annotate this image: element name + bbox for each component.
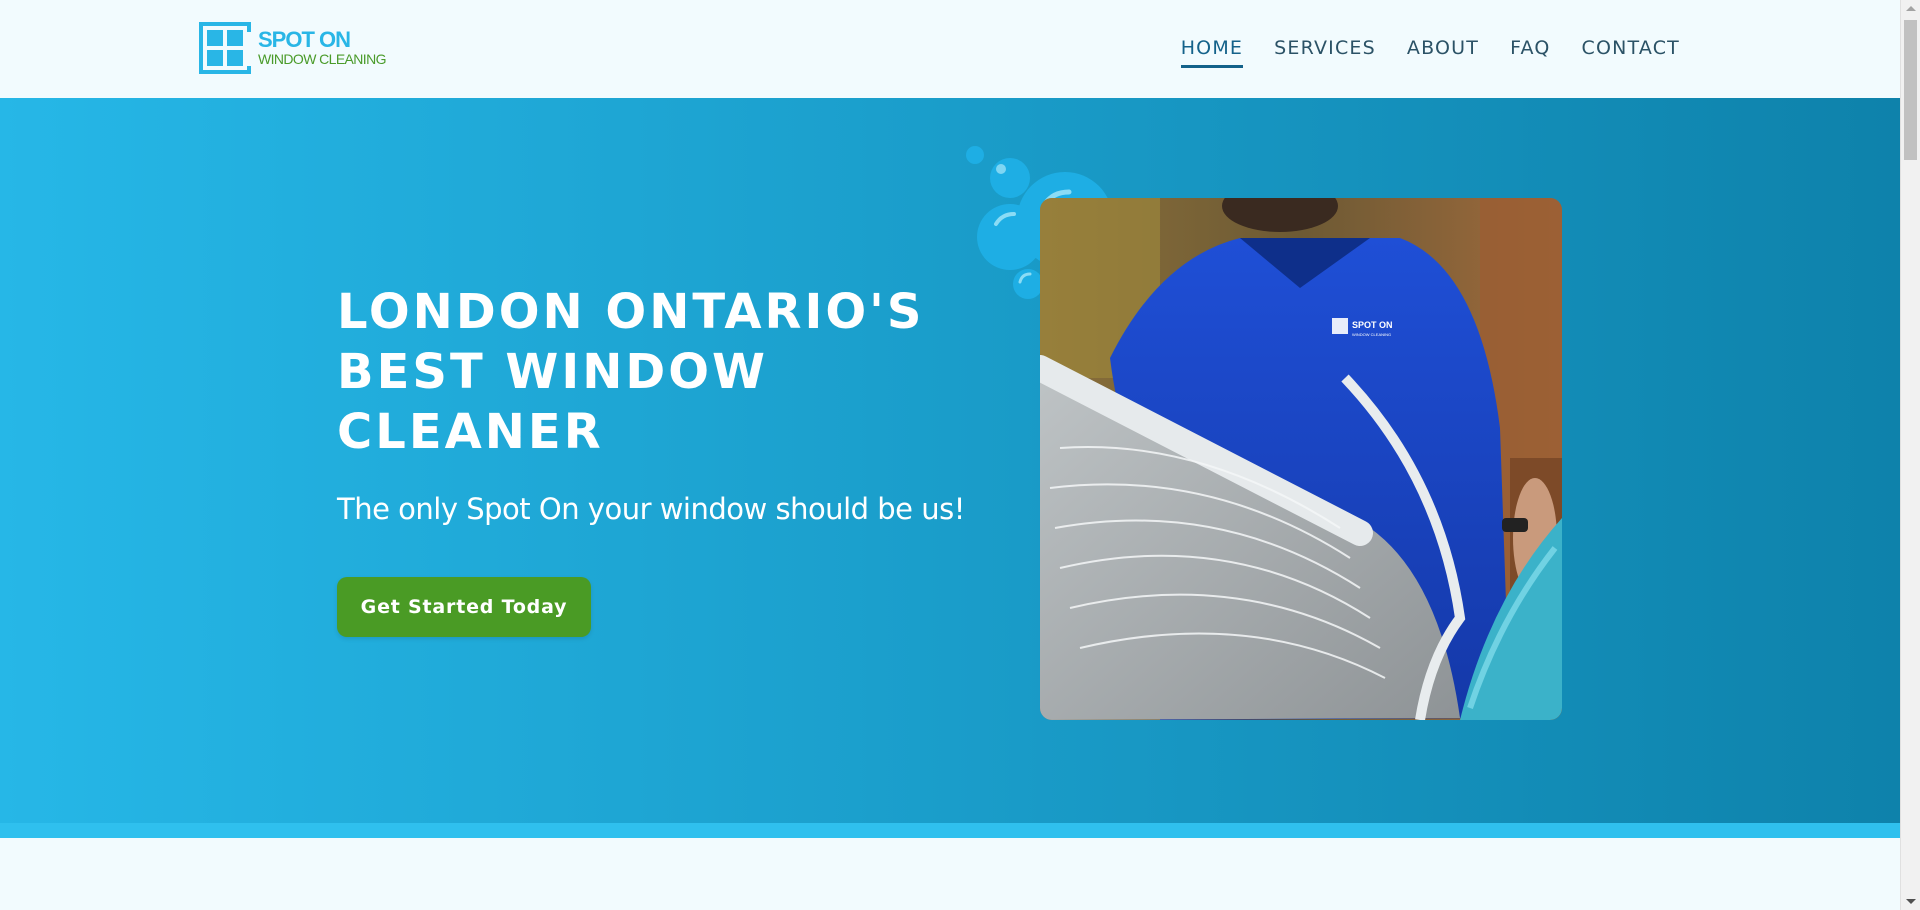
site-header: SPOT ON WINDOW CLEANING HOME SERVICES AB… xyxy=(0,0,1900,98)
nav-about[interactable]: ABOUT xyxy=(1407,36,1479,68)
hero-divider xyxy=(0,823,1900,838)
scroll-up-icon[interactable] xyxy=(1906,6,1916,11)
window-logo-icon xyxy=(199,22,251,74)
nav-home[interactable]: HOME xyxy=(1181,36,1243,68)
logo-text: SPOT ON WINDOW CLEANING xyxy=(258,27,386,68)
get-started-button[interactable]: Get Started Today xyxy=(337,577,591,637)
scroll-down-icon[interactable] xyxy=(1906,899,1916,904)
hero-subtitle: The only Spot On your window should be u… xyxy=(337,492,965,526)
shirt-logo-subtitle: WINDOW CLEANING xyxy=(1352,332,1391,337)
hero-section: LONDON ONTARIO'S BEST WINDOW CLEANER The… xyxy=(0,98,1900,823)
window-cleaner-photo: SPOT ON WINDOW CLEANING xyxy=(1040,198,1562,720)
site-logo[interactable]: SPOT ON WINDOW CLEANING xyxy=(199,22,386,74)
logo-subtitle: WINDOW CLEANING xyxy=(258,51,386,67)
scrollbar-thumb[interactable] xyxy=(1904,20,1917,160)
nav-services[interactable]: SERVICES xyxy=(1274,36,1376,68)
photo-illustration: SPOT ON WINDOW CLEANING xyxy=(1040,198,1562,720)
shirt-logo-title: SPOT ON xyxy=(1352,320,1393,330)
nav-faq[interactable]: FAQ xyxy=(1510,36,1550,68)
page-scrollbar[interactable] xyxy=(1900,0,1920,910)
logo-title: SPOT ON xyxy=(258,27,351,52)
main-nav: HOME SERVICES ABOUT FAQ CONTACT xyxy=(1150,36,1680,68)
hero-title: LONDON ONTARIO'S BEST WINDOW CLEANER xyxy=(337,284,925,460)
nav-contact[interactable]: CONTACT xyxy=(1581,36,1680,68)
